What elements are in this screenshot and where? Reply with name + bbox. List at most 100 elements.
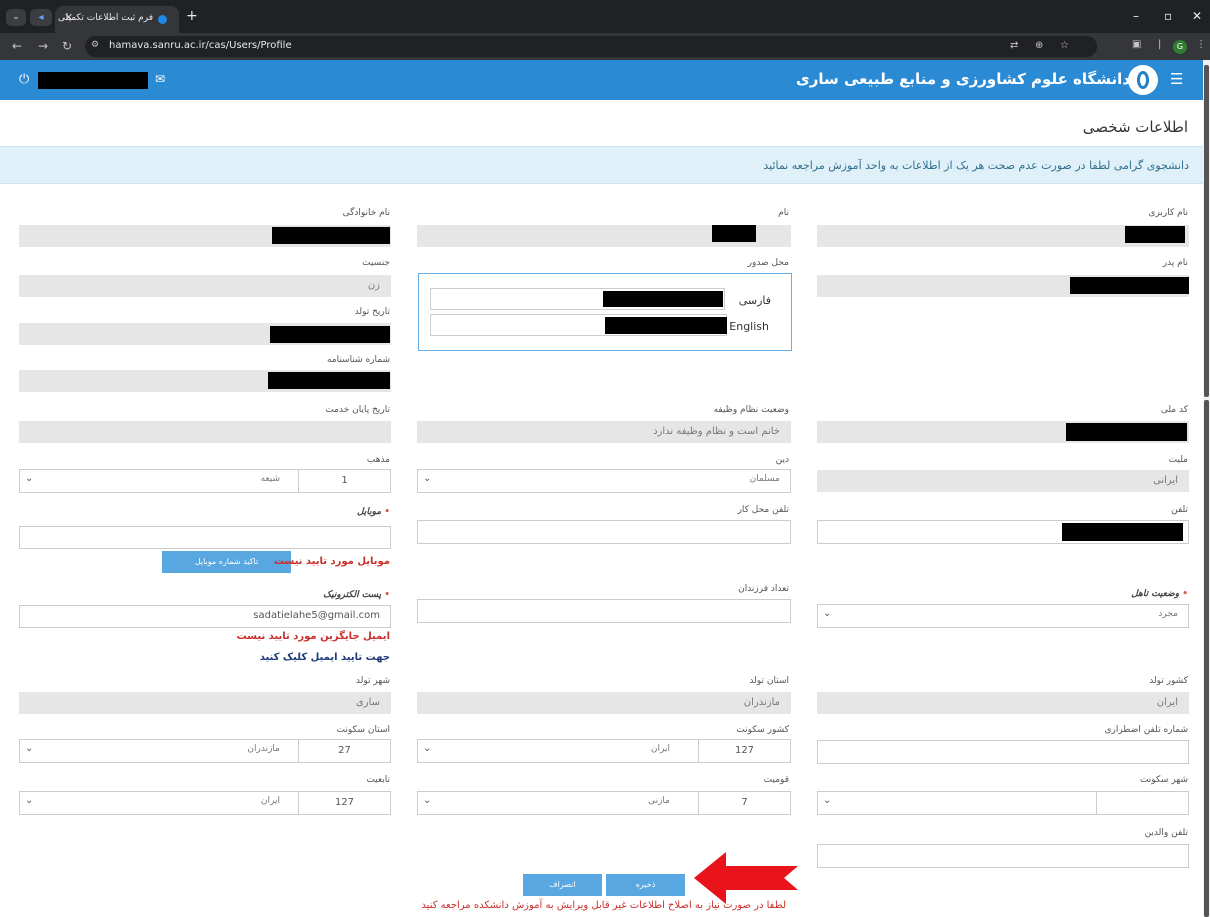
military-status-field: خانم است و نظام وظیفه ندارد [417, 421, 791, 443]
nationality-label: ملیت [1168, 455, 1188, 465]
firstname-redacted [712, 225, 756, 242]
translate-icon[interactable]: ⇄ [1010, 40, 1018, 51]
issue-place-en-label: English [729, 320, 769, 333]
birth-city-field: ساری [19, 692, 391, 714]
residence-country-select[interactable]: ⌄ ایران 127 [417, 739, 791, 763]
minimize-icon[interactable]: – [1133, 9, 1139, 23]
hamburger-menu-icon[interactable]: ☰ [1170, 70, 1183, 88]
separator-icon: | [1158, 39, 1162, 50]
url-text: hamava.sanru.ac.ir/cas/Users/Profile [109, 40, 292, 51]
children-input[interactable] [417, 599, 791, 623]
bottom-note: لطفا در صورت نیاز به اصلاح اطلاعات غیر ق… [421, 900, 786, 911]
idnumber-label: شماره شناسنامه [326, 355, 390, 365]
profile-avatar[interactable]: G [1173, 40, 1187, 54]
username-redacted [1125, 226, 1185, 243]
browser-menu-icon[interactable]: ⋮ [1196, 39, 1206, 50]
service-end-label: تاریخ پایان خدمت [325, 405, 390, 415]
scrollbar-thumb-lower[interactable] [1204, 400, 1209, 917]
religion-select[interactable]: ⌄ مسلمان [417, 469, 791, 493]
marital-select[interactable]: ⌄ مجرد [817, 604, 1189, 628]
residence-country-value: ایران [650, 744, 670, 754]
parents-phone-label: تلفن والدین [1144, 828, 1188, 838]
mobile-input[interactable] [19, 526, 391, 549]
birth-country-field: ایران [817, 692, 1189, 714]
back-icon[interactable]: ← [12, 39, 22, 53]
browser-toolbar: ← → ↻ ⚙ hamava.sanru.ac.ir/cas/Users/Pro… [0, 33, 1210, 60]
birth-city-label: شهر تولد [355, 676, 390, 686]
username-label: نام کاربری [1148, 208, 1188, 218]
pinned-tab[interactable]: ◂ [30, 9, 52, 26]
issue-place-label: محل صدور [747, 258, 789, 268]
gender-field: زن [19, 275, 391, 297]
residence-country-label: کشور سکونت [736, 725, 789, 735]
app-header: ⏻ ✉ دانشگاه علوم کشاورزی و منابع طبیعی س… [0, 60, 1203, 100]
birthdate-redacted [270, 326, 390, 343]
residence-province-select[interactable]: ⌄ مازندران 27 [19, 739, 391, 763]
birthdate-label: تاریخ تولد [354, 307, 390, 317]
ethnicity-select[interactable]: ⌄ مازنی 7 [417, 791, 791, 815]
new-tab-button[interactable]: + [186, 8, 198, 24]
email-error: ایمیل جایگزین مورد تایید نیست [236, 631, 390, 642]
bookmark-star-icon[interactable]: ☆ [1060, 40, 1069, 51]
national-code-redacted [1066, 423, 1187, 441]
nationality-field: ایرانی [817, 470, 1189, 492]
scrollbar-thumb[interactable] [1204, 65, 1209, 397]
chevron-down-icon: ⌄ [423, 743, 432, 754]
residence-province-value: مازندران [247, 744, 280, 754]
email-confirm-link[interactable]: جهت تایید ایمیل کلیک کنید [260, 652, 390, 663]
residence-province-code: 27 [298, 740, 390, 762]
reload-icon[interactable]: ↻ [62, 39, 72, 53]
cancel-button[interactable]: انصراف [523, 874, 602, 896]
father-name-redacted [1070, 277, 1189, 294]
chevron-down-icon: ⌄ [423, 795, 432, 806]
email-label: • پست الکترونیک [323, 590, 390, 600]
issue-place-en-redacted [605, 317, 727, 334]
forward-icon[interactable]: → [38, 39, 48, 53]
citizenship-label: تابعیت [366, 775, 390, 785]
citizenship-value: ایران [260, 796, 280, 806]
save-button[interactable]: ذخیره [606, 874, 685, 896]
marital-value: مجرد [1158, 609, 1178, 619]
religion-label: دین [775, 455, 789, 465]
citizenship-code: 127 [298, 792, 390, 814]
religion-value: مسلمان [749, 474, 780, 484]
chevron-down-icon: ⌄ [823, 795, 832, 806]
residence-country-code: 127 [698, 740, 790, 762]
chevron-down-icon: ⌄ [823, 608, 832, 619]
tab-favicon-icon [158, 15, 167, 24]
children-label: تعداد فرزندان [738, 584, 789, 594]
lastname-redacted [272, 227, 390, 244]
email-input[interactable]: sadatielahe5@gmail.com [19, 605, 391, 628]
address-bar[interactable]: ⚙ hamava.sanru.ac.ir/cas/Users/Profile ⇄… [85, 36, 1097, 57]
marital-label: • وضعیت تاهل [1131, 589, 1188, 599]
sect-select[interactable]: ⌄ شیعه 1 [19, 469, 391, 493]
emergency-phone-input[interactable] [817, 740, 1189, 764]
site-info-icon[interactable]: ⚙ [91, 40, 99, 50]
extensions-icon[interactable]: ▣ [1132, 39, 1141, 50]
mobile-verify-button[interactable]: تاکید شماره موبایل [162, 551, 291, 573]
alert-text: دانشجوی گرامی لطفا در صورت عدم صحت هر یک… [763, 159, 1189, 172]
close-window-icon[interactable]: ✕ [1192, 9, 1202, 23]
ethnicity-label: قومیت [763, 775, 789, 785]
ethnicity-value: مازنی [648, 796, 670, 806]
residence-city-code [1096, 792, 1188, 814]
mail-icon[interactable]: ✉ [155, 72, 165, 86]
birth-province-label: استان تولد [749, 676, 789, 686]
residence-province-label: استان سکونت [336, 725, 390, 735]
power-icon[interactable]: ⏻ [19, 72, 29, 87]
zoom-icon[interactable]: ⊕ [1035, 40, 1043, 51]
info-alert: دانشجوی گرامی لطفا در صورت عدم صحت هر یک… [0, 146, 1203, 184]
mobile-label: • موبایل [357, 507, 390, 517]
work-phone-input[interactable] [417, 520, 791, 544]
university-logo [1128, 65, 1158, 95]
residence-city-select[interactable]: ⌄ [817, 791, 1189, 815]
browser-tab[interactable]: ✕ فرم ثبت اطلاعات تکمیلی [55, 6, 179, 33]
tab-search-button[interactable]: ⌄ [6, 9, 26, 26]
chevron-down-icon: ⌄ [423, 473, 432, 484]
citizenship-select[interactable]: ⌄ ایران 127 [19, 791, 391, 815]
page-title: اطلاعات شخصی [1082, 118, 1188, 136]
mobile-error: موبایل مورد تایید نیست [273, 556, 390, 567]
restore-icon[interactable]: ▫ [1164, 9, 1172, 23]
parents-phone-input[interactable] [817, 844, 1189, 868]
sect-label: مذهب [366, 455, 390, 465]
